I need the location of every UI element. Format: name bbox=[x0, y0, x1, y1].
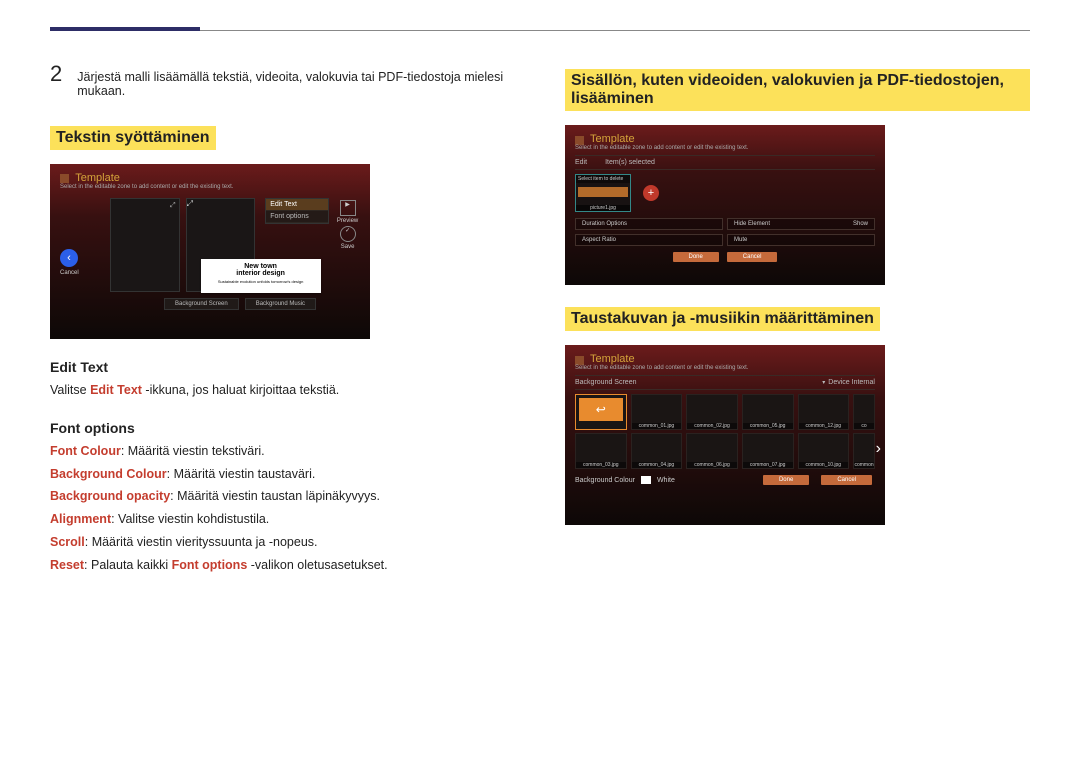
edit-text-desc: Valitse Edit Text -ikkuna, jos haluat ki… bbox=[50, 381, 515, 400]
aspect-ratio[interactable]: Aspect Ratio bbox=[575, 234, 723, 246]
background-screen-button[interactable]: Background Screen bbox=[164, 298, 239, 310]
selected-tile[interactable]: Select item to delete picture1.jpg bbox=[575, 174, 631, 212]
thumb-item[interactable]: common_05.jpg bbox=[742, 394, 794, 430]
context-font-options[interactable]: Font options bbox=[266, 211, 328, 223]
context-menu: Edit Text Font options bbox=[265, 198, 329, 224]
opt-bg-colour: Background Colour: Määritä viestin taust… bbox=[50, 465, 515, 484]
template-subtitle: Select in the editable zone to add conte… bbox=[575, 365, 875, 371]
figure-template-edit: Template Select in the editable zone to … bbox=[50, 164, 370, 339]
heading-text-input: Tekstin syöttäminen bbox=[50, 126, 216, 150]
hide-element[interactable]: Hide ElementShow bbox=[727, 218, 875, 230]
layout-panel-left[interactable]: ⤢ bbox=[110, 198, 180, 292]
thumb-item[interactable]: common_02.jpg bbox=[686, 394, 738, 430]
done-button[interactable]: Done bbox=[763, 475, 809, 485]
opt-font-colour: Font Colour: Määritä viestin tekstiväri. bbox=[50, 442, 515, 461]
heading-add-content: Sisällön, kuten videoiden, valokuvien ja… bbox=[565, 69, 1030, 111]
template-icon bbox=[575, 356, 584, 365]
text-caption-box: New town interior design Sustainable evo… bbox=[201, 259, 321, 293]
save-icon[interactable]: ✓ bbox=[340, 226, 356, 242]
cancel-button[interactable]: ‹ bbox=[60, 249, 78, 267]
save-label: Save bbox=[335, 244, 360, 250]
font-options-heading: Font options bbox=[50, 420, 515, 436]
opt-reset: Reset: Palauta kaikki Font options -vali… bbox=[50, 556, 515, 575]
edit-label: Edit bbox=[575, 159, 587, 166]
thumb-back[interactable] bbox=[575, 394, 627, 430]
cancel-button[interactable]: Cancel bbox=[727, 252, 778, 262]
thumb-item[interactable]: common_01.jpg bbox=[631, 394, 683, 430]
bg-screen-label: Background Screen bbox=[575, 379, 636, 386]
context-edit-text[interactable]: Edit Text bbox=[266, 199, 328, 211]
background-music-button[interactable]: Background Music bbox=[245, 298, 316, 310]
preview-icon[interactable]: ▶ bbox=[340, 200, 356, 216]
step-line: 2 Järjestä malli lisäämällä tekstiä, vid… bbox=[50, 61, 515, 98]
thumb-item[interactable]: common_07.jpg bbox=[742, 433, 794, 469]
thumb-item[interactable]: common bbox=[853, 433, 875, 469]
thumb-item[interactable]: common_06.jpg bbox=[686, 433, 738, 469]
thumb-row-2: common_03.jpg common_04.jpg common_06.jp… bbox=[575, 433, 875, 469]
cancel-label: Cancel bbox=[60, 270, 79, 276]
expand-icon: ⤢ bbox=[170, 202, 176, 210]
mute-option[interactable]: Mute bbox=[727, 234, 875, 246]
template-title: Template bbox=[75, 172, 120, 184]
bg-colour-label: Background Colour bbox=[575, 477, 635, 484]
thumb-row-1: common_01.jpg common_02.jpg common_05.jp… bbox=[575, 394, 875, 430]
template-title: Template bbox=[590, 133, 635, 145]
opt-bg-opacity: Background opacity: Määritä viestin taus… bbox=[50, 487, 515, 506]
items-selected: Item(s) selected bbox=[605, 159, 655, 166]
heading-set-background: Taustakuvan ja -musiikin määrittäminen bbox=[565, 307, 880, 331]
layout-panel-right[interactable]: ⤢ New town interior design Sustainable e… bbox=[186, 198, 256, 292]
template-icon bbox=[60, 174, 69, 183]
step-text: Järjestä malli lisäämällä tekstiä, video… bbox=[77, 70, 515, 98]
done-button[interactable]: Done bbox=[673, 252, 719, 262]
edit-text-heading: Edit Text bbox=[50, 359, 515, 375]
white-label: White bbox=[657, 477, 675, 484]
opt-alignment: Alignment: Valitse viestin kohdistustila… bbox=[50, 510, 515, 529]
figure-add-content: Template Select in the editable zone to … bbox=[565, 125, 885, 285]
add-button[interactable]: + bbox=[643, 185, 659, 201]
template-subtitle: Select in the editable zone to add conte… bbox=[575, 145, 875, 151]
tile-label: picture1.jpg bbox=[576, 205, 630, 211]
expand-icon: ⤢ bbox=[187, 199, 193, 208]
thumb-item[interactable]: common_10.jpg bbox=[798, 433, 850, 469]
figure-background-selector: Template Select in the editable zone to … bbox=[565, 345, 885, 525]
cancel-button[interactable]: Cancel bbox=[821, 475, 872, 485]
template-title: Template bbox=[590, 353, 635, 365]
opt-scroll: Scroll: Määritä viestin vierityssuunta j… bbox=[50, 533, 515, 552]
device-dropdown[interactable]: ▾Device Internal bbox=[822, 379, 875, 386]
thumb-item[interactable]: common_03.jpg bbox=[575, 433, 627, 469]
thumb-item[interactable]: common_12.jpg bbox=[798, 394, 850, 430]
step-number: 2 bbox=[50, 61, 62, 87]
template-subtitle: Select in the editable zone to add conte… bbox=[60, 184, 360, 190]
preview-label: Preview bbox=[335, 218, 360, 224]
scroll-right-icon[interactable]: › bbox=[876, 440, 881, 458]
thumb-item[interactable]: co bbox=[853, 394, 875, 430]
thumb-item[interactable]: common_04.jpg bbox=[631, 433, 683, 469]
duration-options[interactable]: Duration Options bbox=[575, 218, 723, 230]
template-icon bbox=[575, 136, 584, 145]
colour-swatch-white[interactable] bbox=[641, 476, 651, 484]
